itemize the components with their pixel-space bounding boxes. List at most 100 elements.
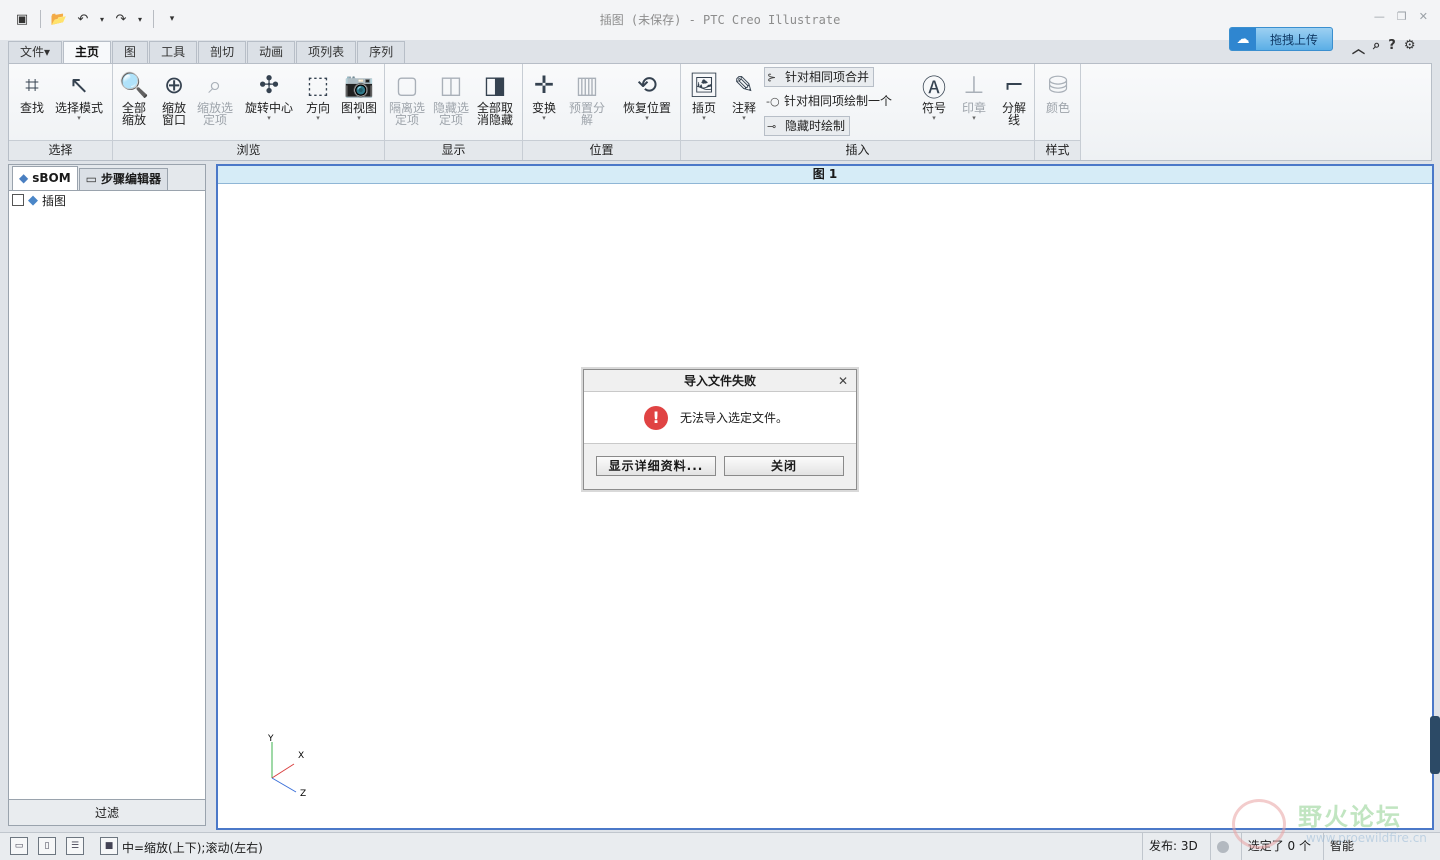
dropdown-arrow-icon: ▾ bbox=[932, 114, 936, 122]
annotation-icon: ✎ bbox=[733, 71, 755, 99]
explode-line-icon: ⌐ bbox=[1003, 71, 1025, 99]
ribbon-tabs: 文件▾ 主页 图 工具 剖切 动画 项列表 序列 bbox=[8, 41, 406, 64]
spin-center-button[interactable]: ✣ 旋转中心 ▾ bbox=[245, 68, 293, 122]
tree-item-checkbox[interactable] bbox=[12, 194, 24, 206]
status-right: 发布: 3D 选定了 0 个 智能 bbox=[1142, 833, 1360, 860]
zoom-selected-icon: ⌕ bbox=[208, 71, 222, 99]
hide-selected-button[interactable]: ◫ 隐藏选 定项 bbox=[433, 68, 469, 126]
close-window-icon[interactable]: ✕ bbox=[1419, 10, 1428, 23]
publish-status: 发布: 3D bbox=[1142, 833, 1204, 860]
isolate-button[interactable]: ▢ 隔离选 定项 bbox=[389, 68, 425, 126]
dialog-title-bar: 导入文件失败 ✕ bbox=[584, 370, 856, 392]
dropdown-arrow-icon: ▾ bbox=[972, 114, 976, 122]
collapse-ribbon-icon[interactable]: ︿ bbox=[1352, 38, 1365, 57]
stamp-button[interactable]: ⊥ 印章 ▾ bbox=[957, 68, 991, 122]
side-scroll-handle[interactable] bbox=[1430, 716, 1440, 774]
pre-explode-icon: ▥ bbox=[575, 71, 599, 99]
title-bar: ▣ 📂 ↶ ▾ ↷ ▾ ▾ 插图 (未保存) - PTC Creo Illust… bbox=[0, 0, 1440, 40]
panel-splitter[interactable] bbox=[207, 164, 215, 826]
layout-stacked-icon[interactable]: ☰ bbox=[66, 837, 84, 855]
tree-item[interactable]: ◆ 插图 bbox=[12, 192, 202, 208]
group-browse: 🔍 全部 缩放 ⊕ 缩放 窗口 ⌕ 缩放选 定项 ✣ 旋转中心 ▾ ⬚ 方向 ▾… bbox=[113, 64, 385, 160]
merge-same-items-button[interactable]: ⊱ 针对相同项合并 bbox=[764, 67, 875, 87]
figure-header: 图 1 bbox=[218, 166, 1432, 184]
axis-z-label: Z bbox=[300, 789, 306, 799]
dropdown-arrow-icon: ▾ bbox=[77, 114, 81, 122]
zoom-all-button[interactable]: 🔍 全部 缩放 bbox=[117, 68, 151, 126]
pre-explode-button[interactable]: ▥ 预置分 解 bbox=[569, 68, 605, 126]
assembly-cube-icon: ◆ bbox=[28, 192, 38, 208]
draw-one-same-items-button[interactable]: -○ 针对相同项绘制一个 bbox=[764, 92, 896, 112]
stamp-icon: ⊥ bbox=[963, 71, 985, 99]
filter-button[interactable]: 过滤 bbox=[9, 799, 205, 825]
status-bar: ▭ ▯ ☰ ■ 中=缩放(上下);滚动(左右) 发布: 3D 选定了 0 个 智… bbox=[0, 832, 1440, 860]
color-button[interactable]: ⛁ 颜色 bbox=[1041, 68, 1075, 114]
tab-figure[interactable]: 图 bbox=[112, 41, 149, 63]
tab-file[interactable]: 文件▾ bbox=[8, 41, 63, 63]
zoom-all-icon: 🔍 bbox=[119, 71, 149, 99]
tab-section[interactable]: 剖切 bbox=[198, 41, 247, 63]
zoom-selected-button[interactable]: ⌕ 缩放选 定项 bbox=[197, 68, 233, 126]
restore-position-button[interactable]: ⟲ 恢复位置 ▾ bbox=[623, 68, 671, 122]
tab-tools[interactable]: 工具 bbox=[149, 41, 198, 63]
tab-sequence[interactable]: 序列 bbox=[357, 41, 406, 63]
layout-full-icon[interactable]: ■ bbox=[100, 837, 118, 855]
merge-icon: ⊱ bbox=[767, 71, 777, 84]
maximize-icon[interactable]: ❐ bbox=[1397, 10, 1407, 23]
minimize-icon[interactable]: — bbox=[1374, 10, 1385, 23]
group-label: 选择 bbox=[9, 140, 112, 160]
settings-icon[interactable]: ⚙ bbox=[1404, 38, 1416, 57]
unhide-cube-icon: ◨ bbox=[483, 71, 507, 99]
tab-home[interactable]: 主页 bbox=[63, 41, 112, 64]
tab-step-editor[interactable]: ▭ 步骤编辑器 bbox=[78, 168, 169, 190]
group-label: 样式 bbox=[1035, 140, 1080, 160]
dialog-buttons: 显示详细资料... 关闭 bbox=[584, 444, 856, 476]
symbol-button[interactable]: Ⓐ 符号 ▾ bbox=[917, 68, 951, 123]
layout-toggle-icons: ▭ ▯ ☰ ■ bbox=[10, 837, 118, 855]
tab-item-list[interactable]: 项列表 bbox=[296, 41, 357, 63]
dropdown-arrow-icon: ▾ bbox=[357, 114, 361, 122]
mouse-hint: 中=缩放(上下);滚动(左右) bbox=[122, 841, 263, 855]
close-icon[interactable]: ✕ bbox=[838, 370, 848, 392]
view-image-button[interactable]: 📷 图视图 ▾ bbox=[341, 68, 377, 122]
group-select: ⌗ 查找 ↖ 选择模式 ▾ 选择 bbox=[9, 64, 113, 160]
unhide-all-button[interactable]: ◨ 全部取 消隐藏 bbox=[477, 68, 513, 126]
tab-animation[interactable]: 动画 bbox=[247, 41, 296, 63]
group-position: ✛ 变换 ▾ ▥ 预置分 解 ⟲ 恢复位置 ▾ ↘ 位置 bbox=[523, 64, 681, 160]
window-title: 插图 (未保存) - PTC Creo Illustrate bbox=[599, 13, 841, 27]
annotation-button[interactable]: ✎ 注释 ▾ bbox=[727, 68, 761, 122]
tab-sbom[interactable]: ◆ sBOM bbox=[12, 166, 78, 190]
paint-bucket-icon: ⛁ bbox=[1047, 71, 1069, 99]
dropdown-arrow-icon: ▾ bbox=[702, 114, 706, 122]
selection-filter-dropdown[interactable]: 智能 bbox=[1323, 833, 1360, 860]
dropdown-arrow-icon: ▾ bbox=[645, 114, 649, 122]
group-label: 插入 bbox=[681, 140, 1034, 160]
close-button[interactable]: 关闭 bbox=[724, 456, 844, 476]
orientation-button[interactable]: ⬚ 方向 ▾ bbox=[301, 68, 335, 122]
group-label: 浏览 bbox=[113, 140, 384, 160]
model-tree-panel: ◆ sBOM ▭ 步骤编辑器 ◆ 插图 过滤 bbox=[8, 164, 206, 826]
show-details-button[interactable]: 显示详细资料... bbox=[596, 456, 716, 476]
help-icon[interactable]: ? bbox=[1388, 38, 1396, 57]
binoculars-icon: ⌗ bbox=[25, 71, 39, 99]
ribbon: ⌗ 查找 ↖ 选择模式 ▾ 选择 🔍 全部 缩放 ⊕ 缩放 窗口 ⌕ 缩放选 定… bbox=[8, 63, 1432, 161]
insert-page-button[interactable]: 🖼 插页 ▾ bbox=[687, 68, 721, 122]
transform-button[interactable]: ✛ 变换 ▾ bbox=[527, 68, 561, 122]
dialog-title: 导入文件失败 bbox=[683, 374, 756, 388]
drag-upload-button[interactable]: ☁ 拖拽上传 bbox=[1229, 27, 1333, 51]
axis-y-label: Y bbox=[267, 734, 274, 744]
graphics-canvas[interactable]: 图 1 Y X Z bbox=[216, 164, 1434, 830]
draw-when-hidden-button[interactable]: ⊸ 隐藏时绘制 bbox=[764, 116, 851, 136]
layout-single-icon[interactable]: ▭ bbox=[10, 837, 28, 855]
zoom-window-button[interactable]: ⊕ 缩放 窗口 bbox=[157, 68, 191, 126]
find-button[interactable]: ⌗ 查找 bbox=[15, 68, 49, 114]
select-mode-button[interactable]: ↖ 选择模式 ▾ bbox=[55, 68, 103, 122]
search-icon[interactable]: ⌕ bbox=[1373, 38, 1380, 57]
status-dot-icon bbox=[1216, 840, 1229, 853]
explode-line-button[interactable]: ⌐ 分解 线 bbox=[997, 68, 1031, 126]
layout-split-icon[interactable]: ▯ bbox=[38, 837, 56, 855]
isolate-cube-icon: ▢ bbox=[395, 71, 419, 99]
window-controls: — ❐ ✕ bbox=[1374, 10, 1428, 23]
dropdown-arrow-icon: ▾ bbox=[742, 114, 746, 122]
draw-one-icon: -○ bbox=[766, 95, 780, 108]
